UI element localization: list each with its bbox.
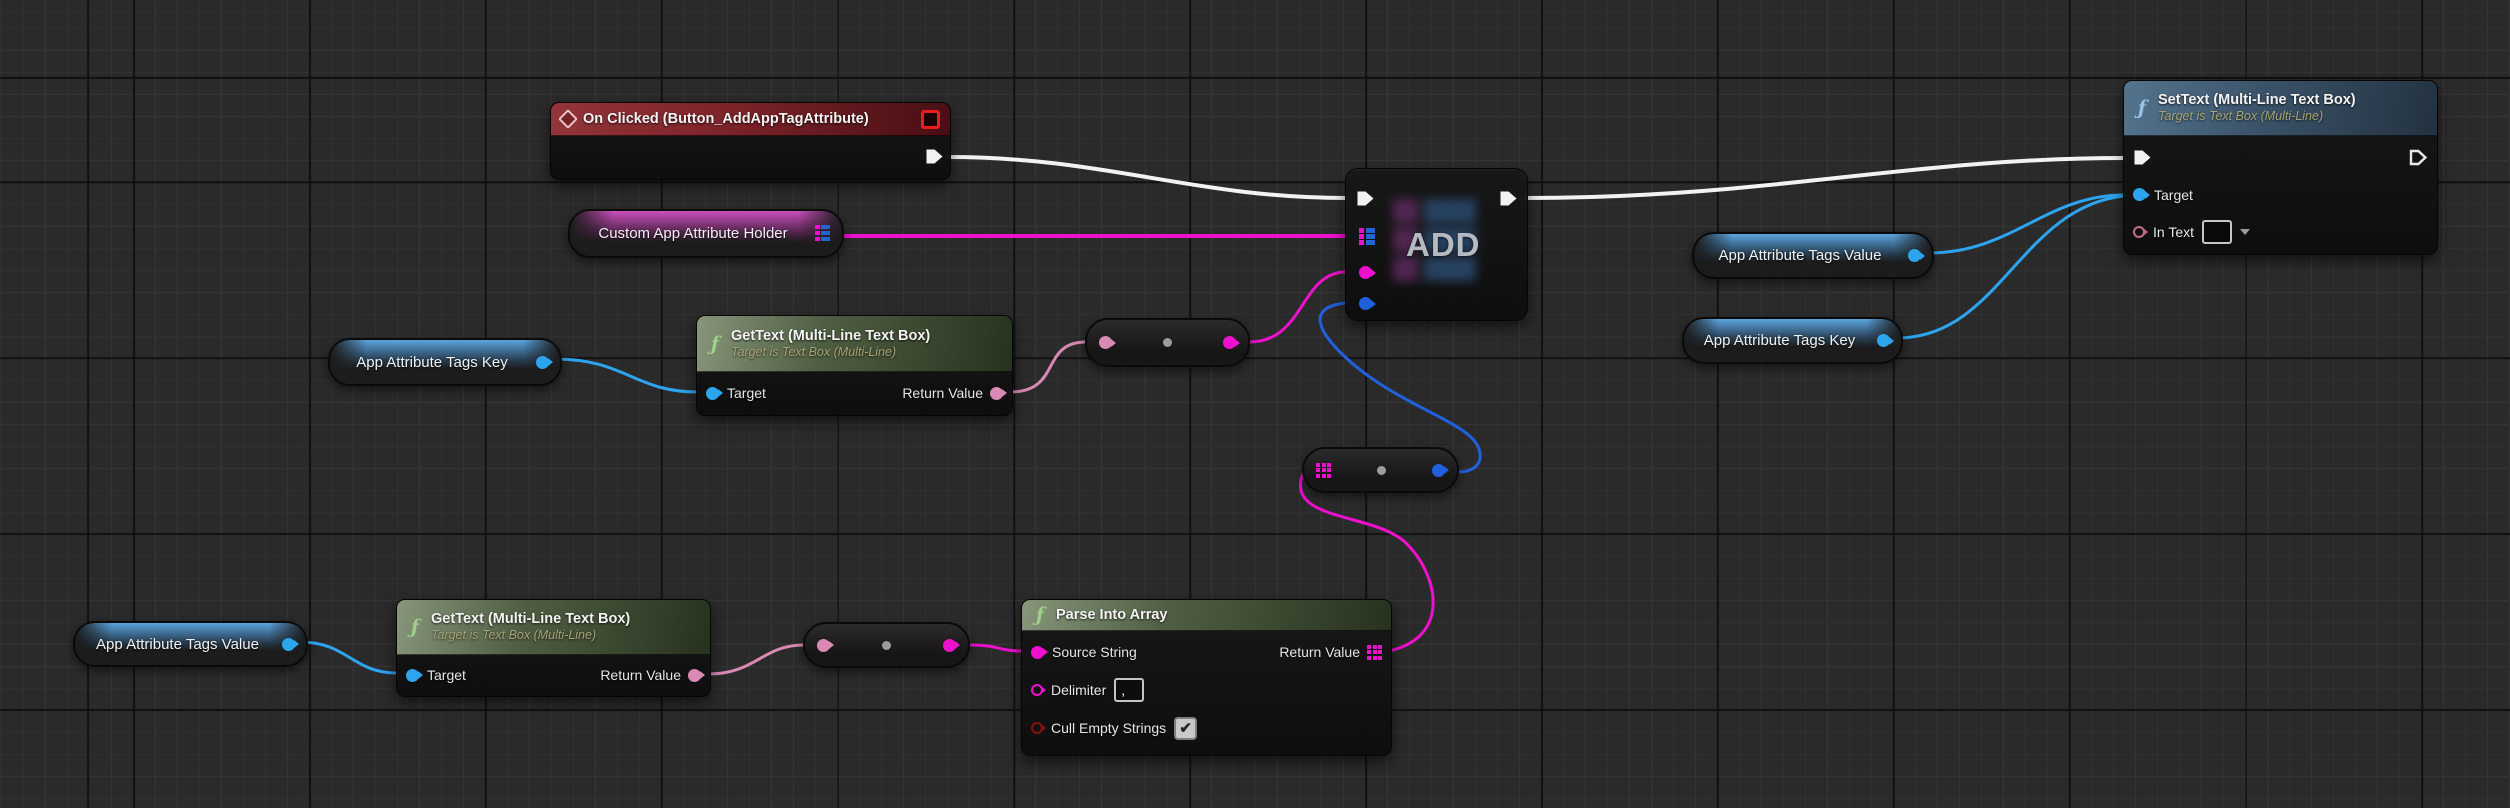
variable-label: App Attribute Tags Key bbox=[356, 354, 534, 371]
node-totext-string-conversion-bottom[interactable] bbox=[803, 622, 970, 668]
string-array-input-pin[interactable] bbox=[1316, 463, 1331, 478]
pin-label: Target bbox=[727, 385, 766, 401]
object-output-pin[interactable] bbox=[536, 356, 549, 369]
wire-gettext-bottom-to-conv[interactable] bbox=[708, 645, 804, 674]
cull-empty-strings-checkbox[interactable] bbox=[1174, 717, 1197, 740]
node-settext[interactable]: SetText (Multi-Line Text Box) Target is … bbox=[2123, 80, 2438, 255]
node-title: On Clicked (Button_AddAppTagAttribute) bbox=[583, 111, 869, 127]
variable-app-attribute-tags-value-bottom[interactable]: App Attribute Tags Value bbox=[73, 621, 308, 667]
variable-custom-app-attribute-holder[interactable]: Custom App Attribute Holder bbox=[568, 209, 844, 258]
function-icon bbox=[2134, 97, 2150, 119]
add-node-label: ADD bbox=[1406, 226, 1481, 264]
wire-key-to-gettext-top[interactable] bbox=[555, 359, 697, 392]
return-value-output-pin[interactable] bbox=[688, 669, 701, 682]
pin-label: Source String bbox=[1052, 644, 1137, 660]
text-input-pin[interactable] bbox=[1099, 336, 1112, 349]
target-input-pin[interactable] bbox=[406, 669, 419, 682]
exec-in-pin[interactable] bbox=[2133, 149, 2152, 166]
map-pin-icon[interactable] bbox=[815, 225, 831, 242]
value-output-pin[interactable] bbox=[1432, 464, 1445, 477]
conversion-dot-icon bbox=[1163, 338, 1172, 347]
chevron-down-icon[interactable] bbox=[2240, 229, 2250, 235]
node-array-conversion[interactable] bbox=[1302, 447, 1459, 493]
node-subtitle: Target is Text Box (Multi-Line) bbox=[2158, 109, 2356, 125]
exec-out-pin[interactable] bbox=[2409, 149, 2428, 166]
variable-app-attribute-tags-key-left[interactable]: App Attribute Tags Key bbox=[328, 338, 562, 386]
pin-label: Cull Empty Strings bbox=[1051, 720, 1166, 736]
pin-label: Target bbox=[427, 667, 466, 683]
target-input-pin[interactable] bbox=[706, 387, 719, 400]
target-map-input-pin[interactable] bbox=[1359, 228, 1375, 245]
wire-exec-add-to-settext[interactable] bbox=[1526, 158, 2124, 198]
exec-out-pin[interactable] bbox=[1499, 190, 1518, 207]
node-add-map[interactable]: ADD bbox=[1345, 168, 1528, 321]
variable-label: Custom App Attribute Holder bbox=[598, 225, 813, 242]
conversion-dot-icon bbox=[1377, 466, 1386, 475]
delimiter-input-pin[interactable] bbox=[1031, 684, 1043, 696]
node-gettext-bottom[interactable]: GetText (Multi-Line Text Box) Target is … bbox=[396, 599, 711, 697]
event-diamond-icon bbox=[558, 109, 578, 129]
delimiter-value-field[interactable]: , bbox=[1114, 678, 1144, 702]
node-totext-string-conversion-top[interactable] bbox=[1085, 318, 1250, 367]
exec-out-pin[interactable] bbox=[925, 148, 944, 165]
variable-label: App Attribute Tags Value bbox=[1719, 247, 1908, 264]
wire-value-to-gettext-bottom[interactable] bbox=[300, 642, 397, 673]
key-input-pin[interactable] bbox=[1359, 266, 1372, 279]
blueprint-graph-canvas[interactable]: On Clicked (Button_AddAppTagAttribute) C… bbox=[0, 0, 2510, 808]
string-output-pin[interactable] bbox=[943, 639, 956, 652]
function-icon bbox=[407, 616, 423, 638]
delegate-output-pin[interactable] bbox=[921, 110, 940, 129]
node-onclicked-event[interactable]: On Clicked (Button_AddAppTagAttribute) bbox=[550, 102, 951, 180]
node-parse-into-array[interactable]: Parse Into Array Source String Return Va… bbox=[1021, 599, 1392, 756]
pin-label: Target bbox=[2154, 187, 2193, 203]
return-value-array-output-pin[interactable] bbox=[1367, 645, 1382, 660]
node-title: SetText (Multi-Line Text Box) bbox=[2158, 91, 2356, 109]
in-text-value-field[interactable] bbox=[2202, 220, 2232, 244]
value-input-pin[interactable] bbox=[1359, 297, 1372, 310]
pin-label: Return Value bbox=[1279, 644, 1360, 660]
wire-conv-to-parse-source[interactable] bbox=[969, 645, 1022, 651]
wire-gettext-top-to-conv[interactable] bbox=[1010, 342, 1086, 392]
object-output-pin[interactable] bbox=[1908, 249, 1921, 262]
text-input-pin[interactable] bbox=[817, 639, 830, 652]
conversion-dot-icon bbox=[882, 641, 891, 650]
string-output-pin[interactable] bbox=[1223, 336, 1236, 349]
cull-empty-strings-input-pin[interactable] bbox=[1031, 722, 1043, 734]
source-string-input-pin[interactable] bbox=[1031, 646, 1044, 659]
function-icon bbox=[1032, 604, 1048, 626]
pin-label: Return Value bbox=[600, 667, 681, 683]
variable-app-attribute-tags-value-right[interactable]: App Attribute Tags Value bbox=[1692, 232, 1934, 279]
target-input-pin[interactable] bbox=[2133, 188, 2146, 201]
node-subtitle: Target is Text Box (Multi-Line) bbox=[731, 345, 930, 361]
node-subtitle: Target is Text Box (Multi-Line) bbox=[431, 628, 630, 644]
object-output-pin[interactable] bbox=[282, 638, 295, 651]
pin-label: Delimiter bbox=[1051, 682, 1106, 698]
in-text-input-pin[interactable] bbox=[2133, 226, 2145, 238]
node-gettext-top[interactable]: GetText (Multi-Line Text Box) Target is … bbox=[696, 315, 1013, 416]
node-title: GetText (Multi-Line Text Box) bbox=[731, 327, 930, 345]
variable-label: App Attribute Tags Key bbox=[1704, 332, 1882, 349]
pin-label: Return Value bbox=[902, 385, 983, 401]
object-output-pin[interactable] bbox=[1877, 334, 1890, 347]
exec-in-pin[interactable] bbox=[1356, 190, 1375, 207]
return-value-output-pin[interactable] bbox=[990, 387, 1003, 400]
pin-label: In Text bbox=[2153, 224, 2194, 240]
variable-app-attribute-tags-key-right[interactable]: App Attribute Tags Key bbox=[1682, 317, 1903, 364]
node-title: GetText (Multi-Line Text Box) bbox=[431, 610, 630, 628]
variable-label: App Attribute Tags Value bbox=[96, 636, 285, 653]
node-title: Parse Into Array bbox=[1056, 607, 1167, 623]
wire-exec-onclicked-to-add[interactable] bbox=[948, 157, 1346, 198]
function-icon bbox=[707, 333, 723, 355]
